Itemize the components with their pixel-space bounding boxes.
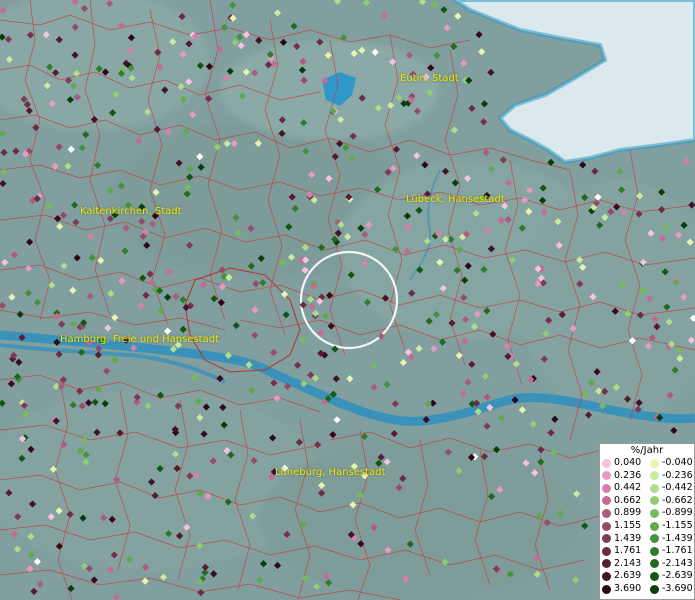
place-label-kaltenkirchen: Kaltenkirchen, Stadt xyxy=(80,206,182,217)
legend-cell-positive: 1.439 xyxy=(600,533,648,545)
legend-value-negative: -2.143 xyxy=(662,557,693,569)
legend-cell-negative: -3.690 xyxy=(648,583,695,595)
legend-value-positive: 1.155 xyxy=(614,520,642,531)
legend-value-positive: 3.690 xyxy=(614,583,642,594)
legend-cell-positive: 2.639 xyxy=(600,570,648,582)
legend-value-negative: -3.690 xyxy=(662,583,693,594)
legend-row: 0.040 -0.040 xyxy=(600,457,695,469)
legend-value-negative: -1.155 xyxy=(662,520,693,531)
legend-title: %/Jahr xyxy=(630,445,664,456)
legend-cell-negative: -1.439 xyxy=(648,533,695,545)
legend-value-positive: 2.143 xyxy=(614,557,642,569)
legend-cell-negative: -2.639 xyxy=(648,570,695,582)
legend-value-negative: -1.439 xyxy=(662,532,693,544)
legend-swatch-positive xyxy=(602,483,611,493)
legend-swatch-negative xyxy=(650,559,659,569)
place-label-luebeck: Lübeck, Hansestadt xyxy=(406,194,505,205)
legend-swatch-negative xyxy=(650,496,659,506)
legend-row: 1.761 -1.761 xyxy=(600,545,695,557)
legend-swatch-positive xyxy=(602,458,611,468)
legend-cell-negative: -0.236 xyxy=(648,470,695,482)
legend-value-negative: -1.761 xyxy=(662,545,693,557)
legend-swatch-positive xyxy=(602,559,611,569)
legend-cell-positive: 2.143 xyxy=(600,558,648,570)
legend-swatch-positive xyxy=(602,496,611,506)
legend-row: 2.639 -2.639 xyxy=(600,570,695,582)
legend-swatch-positive xyxy=(602,546,611,556)
legend-value-negative: -0.899 xyxy=(662,507,693,519)
legend-cell-negative: -1.155 xyxy=(648,520,695,532)
legend-value-positive: 0.236 xyxy=(614,469,642,481)
legend-cell-positive: 0.236 xyxy=(600,470,648,482)
legend-row: 2.143 -2.143 xyxy=(600,558,695,570)
legend-swatch-positive xyxy=(602,571,611,581)
place-label-eutin: Eutin, Stadt xyxy=(400,73,459,84)
legend-value-negative: -2.639 xyxy=(662,570,693,582)
legend-cell-positive: 0.662 xyxy=(600,495,648,507)
place-label-hamburg: Hamburg, Freie und Hansestadt xyxy=(60,334,219,345)
legend-value-positive: 0.040 xyxy=(614,457,642,468)
legend-cell-negative: -0.899 xyxy=(648,507,695,519)
legend-value-positive: 0.899 xyxy=(614,507,642,519)
legend-cell-positive: 0.442 xyxy=(600,482,648,494)
legend-swatch-negative xyxy=(650,571,659,581)
legend-cell-negative: -0.040 xyxy=(648,457,695,469)
legend-swatch-negative xyxy=(650,458,659,468)
legend-value-negative: -0.662 xyxy=(662,494,693,506)
legend: %/Jahr 0.040 -0.040 0.236 -0.236 0.442 -0.442… xyxy=(599,443,695,600)
legend-cell-negative: -0.442 xyxy=(648,482,695,494)
legend-swatch-negative xyxy=(650,521,659,531)
legend-swatch-positive xyxy=(602,534,611,544)
legend-row: 1.439 -1.439 xyxy=(600,533,695,545)
map-canvas[interactable] xyxy=(0,0,695,600)
legend-swatch-negative xyxy=(650,483,659,493)
legend-cell-positive: 1.155 xyxy=(600,520,648,532)
legend-cell-positive: 0.899 xyxy=(600,507,648,519)
legend-cell-negative: -0.662 xyxy=(648,495,695,507)
legend-row: 0.236 -0.236 xyxy=(600,470,695,482)
legend-value-negative: -0.442 xyxy=(662,482,693,494)
legend-swatch-negative xyxy=(650,546,659,556)
legend-row: 0.442 -0.442 xyxy=(600,482,695,494)
legend-value-positive: 0.442 xyxy=(614,482,642,494)
legend-swatch-positive xyxy=(602,508,611,518)
map-view[interactable]: Eutin, Stadt Kaltenkirchen, Stadt Lübeck… xyxy=(0,0,695,600)
legend-cell-positive: 3.690 xyxy=(600,583,648,595)
legend-value-positive: 1.761 xyxy=(614,545,642,557)
legend-swatch-positive xyxy=(602,471,611,481)
legend-value-negative: -0.236 xyxy=(662,469,693,481)
place-label-lueneburg: Lüneburg, Hansestadt xyxy=(275,467,386,478)
legend-value-negative: -0.040 xyxy=(662,457,693,468)
legend-swatch-negative xyxy=(650,584,659,594)
legend-swatch-negative xyxy=(650,534,659,544)
legend-cell-negative: -2.143 xyxy=(648,558,695,570)
legend-swatch-negative xyxy=(650,471,659,481)
legend-row: 0.662 -0.662 xyxy=(600,495,695,507)
legend-value-positive: 1.439 xyxy=(614,532,642,544)
legend-row: 1.155 -1.155 xyxy=(600,520,695,532)
legend-cell-positive: 0.040 xyxy=(600,457,648,469)
legend-cell-positive: 1.761 xyxy=(600,545,648,557)
legend-swatch-negative xyxy=(650,508,659,518)
legend-cell-negative: -1.761 xyxy=(648,545,695,557)
legend-swatch-positive xyxy=(602,521,611,531)
legend-value-positive: 2.639 xyxy=(614,570,642,582)
legend-swatch-positive xyxy=(602,584,611,594)
legend-row: 3.690 -3.690 xyxy=(600,583,695,595)
legend-value-positive: 0.662 xyxy=(614,494,642,506)
legend-row: 0.899 -0.899 xyxy=(600,507,695,519)
